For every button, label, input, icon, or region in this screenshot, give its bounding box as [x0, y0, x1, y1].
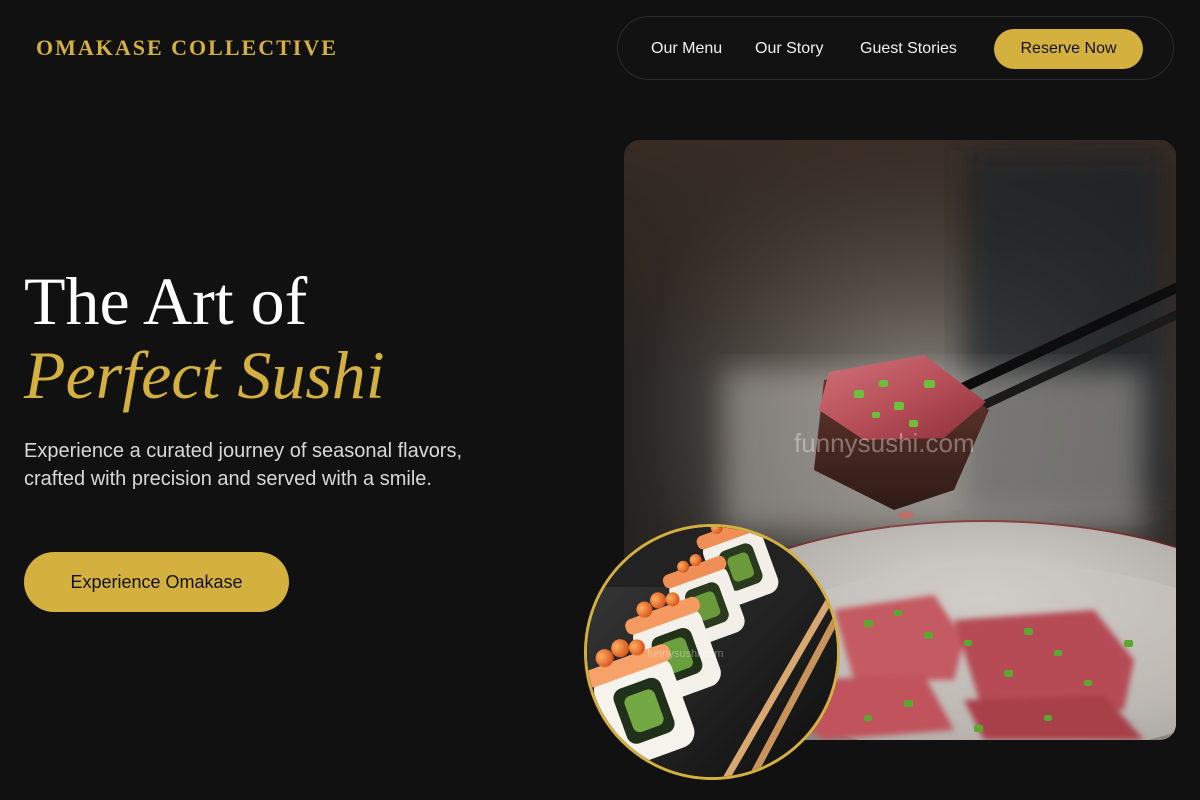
main-nav: Our Menu Our Story Guest Stories Reserve…	[617, 16, 1174, 80]
hero-title-line1: The Art of	[24, 263, 308, 339]
hero-title: The Art of Perfect Sushi	[24, 264, 385, 412]
hero-photo-watermark: funnysushi.com	[794, 428, 975, 458]
nav-link-our-menu[interactable]: Our Menu	[651, 39, 722, 59]
nav-link-our-story[interactable]: Our Story	[755, 39, 823, 59]
reserve-now-button[interactable]: Reserve Now	[994, 29, 1143, 69]
nav-link-guest-stories[interactable]: Guest Stories	[860, 39, 957, 59]
experience-omakase-button[interactable]: Experience Omakase	[24, 552, 289, 612]
hero-description: Experience a curated journey of seasonal…	[24, 440, 463, 490]
brand-logo[interactable]: OMAKASE COLLECTIVE	[36, 35, 338, 61]
inset-photo-watermark: funnysushi.com	[647, 648, 723, 660]
inset-photo-sushi-rolls: funnysushi.com	[584, 524, 840, 780]
hero-title-line2: Perfect Sushi	[24, 337, 385, 413]
